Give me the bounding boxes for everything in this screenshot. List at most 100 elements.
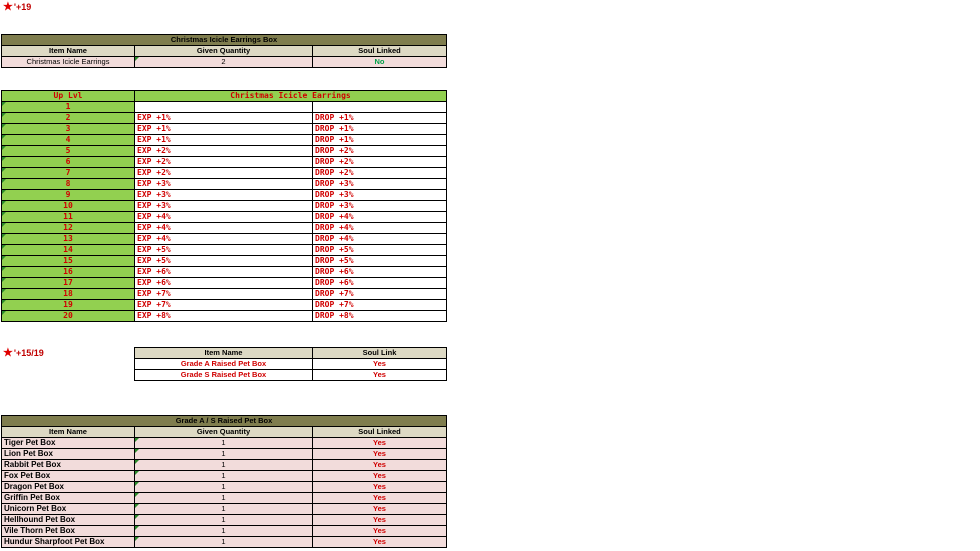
pet-box-name-cell: Hundur Sharpfoot Pet Box: [1, 536, 135, 548]
level-row: 17 EXP +6% DROP +6%: [1, 277, 448, 289]
exp-bonus-cell: EXP +2%: [134, 145, 313, 157]
level-row: 3 EXP +1% DROP +1%: [1, 123, 448, 135]
table-row: Lion Pet Box 1 Yes: [1, 448, 448, 460]
exp-bonus-cell: EXP +8%: [134, 310, 313, 322]
soul-linked-cell: No: [312, 56, 447, 68]
level-row: 10 EXP +3% DROP +3%: [1, 200, 448, 212]
level-cell: 9: [1, 189, 135, 201]
table-row: Vile Thorn Pet Box 1 Yes: [1, 525, 448, 537]
level-row: 13 EXP +4% DROP +4%: [1, 233, 448, 245]
exp-bonus-cell: EXP +5%: [134, 255, 313, 267]
drop-bonus-cell: DROP +7%: [311, 288, 448, 300]
level-row: 1: [1, 101, 448, 113]
level-cell: 11: [1, 211, 135, 223]
quantity-cell: 1: [134, 470, 313, 482]
soul-linked-cell: Yes: [311, 459, 448, 471]
earrings-box-table: Christmas Icicle Earrings Box Item Name …: [1, 34, 447, 68]
exp-bonus-cell: EXP +1%: [134, 112, 313, 124]
drop-bonus-cell: DROP +4%: [311, 211, 448, 223]
soul-linked-cell: Yes: [311, 492, 448, 504]
exp-bonus-cell: EXP +4%: [134, 211, 313, 223]
level-row: 4 EXP +1% DROP +1%: [1, 134, 448, 146]
pet-box-name-cell: Tiger Pet Box: [1, 437, 135, 449]
quantity-cell: 1: [134, 503, 313, 515]
quantity-cell: 1: [134, 536, 313, 548]
level-cell: 4: [1, 134, 135, 146]
pet-box-grades-table: Item Name Soul Link Grade A Raised Pet B…: [134, 347, 447, 381]
quantity-cell: 1: [134, 448, 313, 460]
item-name-cell: Grade A Raised Pet Box: [134, 358, 313, 370]
soul-linked-cell: Yes: [311, 514, 448, 526]
table-row: Tiger Pet Box 1 Yes: [1, 437, 448, 449]
exp-bonus-cell: EXP +1%: [134, 123, 313, 135]
item-name-cell: Christmas Icicle Earrings: [1, 56, 135, 68]
pet-box-name-cell: Dragon Pet Box: [1, 481, 135, 493]
level-row: 7 EXP +2% DROP +2%: [1, 167, 448, 179]
exp-bonus-cell: EXP +3%: [134, 178, 313, 190]
table-row: Dragon Pet Box 1 Yes: [1, 481, 448, 493]
exp-bonus-cell: EXP +3%: [134, 200, 313, 212]
quantity-cell: 1: [134, 481, 313, 493]
level-cell: 6: [1, 156, 135, 168]
drop-bonus-cell: DROP +3%: [311, 178, 448, 190]
soul-linked-cell: Yes: [311, 448, 448, 460]
drop-bonus-cell: DROP +6%: [311, 277, 448, 289]
item-name-cell: Grade S Raised Pet Box: [134, 369, 313, 381]
table-row: Fox Pet Box 1 Yes: [1, 470, 448, 482]
exp-bonus-cell: EXP +4%: [134, 222, 313, 234]
drop-bonus-cell: DROP +5%: [311, 255, 448, 267]
soul-linked-cell: Yes: [311, 525, 448, 537]
table-row: Grade A Raised Pet Box Yes: [134, 358, 447, 370]
level-row: 8 EXP +3% DROP +3%: [1, 178, 448, 190]
quantity-cell: 1: [134, 459, 313, 471]
drop-bonus-cell: DROP +8%: [311, 310, 448, 322]
star-icon: ★: [3, 1, 13, 13]
level-row: 18 EXP +7% DROP +7%: [1, 288, 448, 300]
drop-bonus-cell: DROP +3%: [311, 200, 448, 212]
table-row: Rabbit Pet Box 1 Yes: [1, 459, 448, 471]
up-lvl-header: Up Lvl: [1, 90, 135, 102]
soul-linked-cell: Yes: [311, 437, 448, 449]
earrings-box-title: Christmas Icicle Earrings Box: [1, 34, 447, 46]
drop-bonus-cell: DROP +3%: [311, 189, 448, 201]
level-row: 16 EXP +6% DROP +6%: [1, 266, 448, 278]
level-row: 6 EXP +2% DROP +2%: [1, 156, 448, 168]
level-row: 14 EXP +5% DROP +5%: [1, 244, 448, 256]
pet-box-name-cell: Griffin Pet Box: [1, 492, 135, 504]
item-header: Christmas Icicle Earrings: [133, 90, 448, 102]
exp-bonus-cell: [134, 101, 313, 113]
table-row: Griffin Pet Box 1 Yes: [1, 492, 448, 504]
exp-bonus-cell: EXP +6%: [134, 277, 313, 289]
level-cell: 14: [1, 244, 135, 256]
header-item-name: Item Name: [1, 45, 135, 57]
level-cell: 13: [1, 233, 135, 245]
drop-bonus-cell: DROP +2%: [311, 156, 448, 168]
exp-bonus-cell: EXP +6%: [134, 266, 313, 278]
drop-bonus-cell: DROP +2%: [311, 167, 448, 179]
table-row: Unicorn Pet Box 1 Yes: [1, 503, 448, 515]
table-row: Christmas Icicle Earrings 2 No: [1, 56, 447, 68]
raised-pet-box-table: Grade A / S Raised Pet Box Item Name Giv…: [0, 415, 448, 548]
upgrade-level-table: Up Lvl Christmas Icicle Earrings 1 2 EXP +…: [1, 90, 448, 322]
soul-linked-cell: Yes: [311, 503, 448, 515]
pet-box-name-cell: Rabbit Pet Box: [1, 459, 135, 471]
drop-bonus-cell: DROP +1%: [311, 123, 448, 135]
level-cell: 10: [1, 200, 135, 212]
drop-bonus-cell: [311, 101, 448, 113]
section1-label: ★'+19: [3, 2, 31, 13]
drop-bonus-cell: DROP +4%: [311, 222, 448, 234]
exp-bonus-cell: EXP +2%: [134, 156, 313, 168]
section2-label: ★'+15/19: [3, 348, 44, 359]
section1-label-text: '+19: [13, 2, 32, 12]
exp-bonus-cell: EXP +4%: [134, 233, 313, 245]
exp-bonus-cell: EXP +3%: [134, 189, 313, 201]
header-given-quantity: Given Quantity: [134, 426, 313, 438]
level-cell: 2: [1, 112, 135, 124]
quantity-cell: 2: [134, 56, 313, 68]
section2-label-text: '+15/19: [13, 348, 44, 358]
drop-bonus-cell: DROP +5%: [311, 244, 448, 256]
pet-box-name-cell: Vile Thorn Pet Box: [1, 525, 135, 537]
level-row: 11 EXP +4% DROP +4%: [1, 211, 448, 223]
exp-bonus-cell: EXP +2%: [134, 167, 313, 179]
drop-bonus-cell: DROP +1%: [311, 134, 448, 146]
